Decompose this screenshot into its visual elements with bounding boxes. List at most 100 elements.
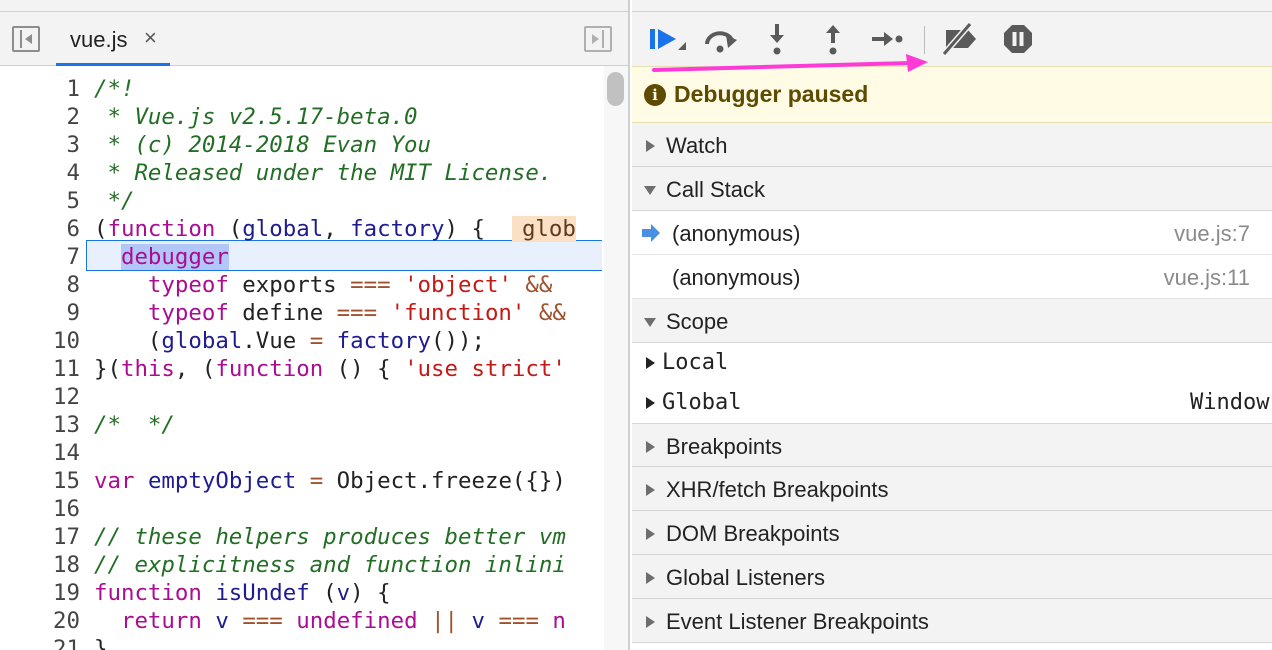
- resume-button[interactable]: [648, 20, 688, 58]
- code-token: glob: [511, 216, 576, 242]
- file-tab-vue-js[interactable]: vue.js ×: [56, 12, 170, 66]
- line-number[interactable]: 8: [0, 271, 80, 299]
- code-token: function: [94, 580, 202, 606]
- code-line[interactable]: 12: [0, 383, 602, 411]
- debugger-statement: debugger: [120, 244, 229, 270]
- code-token: () {: [323, 356, 405, 382]
- line-number[interactable]: 21: [0, 635, 80, 650]
- code-scrollbar-track[interactable]: [604, 66, 628, 650]
- line-number[interactable]: 19: [0, 579, 80, 607]
- line-number[interactable]: 14: [0, 439, 80, 467]
- code-line[interactable]: 17 // these helpers produces better vm: [0, 523, 602, 551]
- line-number[interactable]: 12: [0, 383, 80, 411]
- line-number[interactable]: 6: [0, 215, 80, 243]
- code-token: undefined: [296, 608, 418, 634]
- section-event-listener-breakpoints[interactable]: Event Listener Breakpoints: [632, 599, 1272, 643]
- line-number[interactable]: 1: [0, 75, 80, 103]
- code-line[interactable]: 3 * (c) 2014-2018 Evan You: [0, 131, 602, 159]
- toolbar-separator: [924, 26, 925, 54]
- code-line[interactable]: 1 /*!: [0, 75, 602, 103]
- section-global-listeners[interactable]: Global Listeners: [632, 555, 1272, 599]
- code-text: var emptyObject = Object.freeze({}): [94, 467, 566, 495]
- file-tab-label: vue.js: [70, 27, 128, 52]
- code-line[interactable]: 16: [0, 495, 602, 523]
- line-number[interactable]: 17: [0, 523, 80, 551]
- code-line[interactable]: 11}(this, (function () { 'use strict': [0, 355, 602, 383]
- line-number[interactable]: 2: [0, 103, 80, 131]
- code-text: debugger: [94, 243, 229, 271]
- code-scrollbar-thumb[interactable]: [607, 72, 624, 106]
- expand-arrow-icon: [646, 397, 655, 409]
- code-text: (global.Vue = factory());: [94, 327, 485, 355]
- line-number[interactable]: 10: [0, 327, 80, 355]
- section-call-stack[interactable]: Call Stack: [632, 167, 1272, 211]
- section-scope[interactable]: Scope: [632, 299, 1272, 343]
- code-line[interactable]: 19 function isUndef (v) {: [0, 579, 602, 607]
- code-line[interactable]: 21}: [0, 635, 602, 650]
- code-line[interactable]: 9 typeof define === 'function' &&: [0, 299, 602, 327]
- code-line[interactable]: 13 /* */: [0, 411, 602, 439]
- section-dom-breakpoints[interactable]: DOM Breakpoints: [632, 511, 1272, 555]
- toggle-navigator-icon[interactable]: [12, 26, 40, 52]
- code-line[interactable]: 8 typeof exports === 'object' &&: [0, 271, 602, 299]
- code-line[interactable]: 20 return v === undefined || v === n: [0, 607, 602, 635]
- line-number[interactable]: 5: [0, 187, 80, 215]
- close-tab-icon[interactable]: ×: [144, 25, 157, 51]
- step-button[interactable]: [868, 20, 908, 58]
- code-line[interactable]: 4 * Released under the MIT License.: [0, 159, 602, 187]
- line-number[interactable]: 11: [0, 355, 80, 383]
- editor-top-strip: [0, 0, 628, 12]
- section-breakpoints[interactable]: Breakpoints: [632, 423, 1272, 467]
- section-title: Breakpoints: [666, 434, 783, 459]
- code-text: /*!: [94, 75, 134, 103]
- deactivate-breakpoints-icon: [941, 22, 976, 56]
- code-token: ());: [431, 328, 485, 354]
- code-token: .Vue: [242, 328, 310, 354]
- code-line[interactable]: 15 var emptyObject = Object.freeze({}): [0, 467, 602, 495]
- code-line[interactable]: 6 (function (global, factory) { glob: [0, 215, 602, 243]
- code-token: =: [309, 328, 324, 354]
- step-out-button[interactable]: [814, 20, 854, 58]
- toggle-debugger-sidebar-icon[interactable]: [584, 26, 612, 52]
- call-frame-location[interactable]: vue.js:11: [1164, 265, 1250, 291]
- code-line[interactable]: 5 */: [0, 187, 602, 215]
- section-title: Global Listeners: [666, 565, 825, 590]
- code-line[interactable]: 10 (global.Vue = factory());: [0, 327, 602, 355]
- code-view[interactable]: 1 /*! 2 * Vue.js v2.5.17-beta.0 3 * (c) 201…: [0, 66, 602, 650]
- code-line[interactable]: 14: [0, 439, 602, 467]
- deactivate-breakpoints-button[interactable]: [940, 20, 980, 58]
- line-number[interactable]: 20: [0, 607, 80, 635]
- paused-status-text: Debugger paused: [674, 81, 869, 107]
- step-over-button[interactable]: [702, 20, 742, 58]
- call-frame-location[interactable]: vue.js:7: [1174, 221, 1250, 247]
- line-number[interactable]: 18: [0, 551, 80, 579]
- step-into-button[interactable]: [758, 20, 798, 58]
- section-watch[interactable]: Watch: [632, 123, 1272, 167]
- section-xhr-breakpoints[interactable]: XHR/fetch Breakpoints: [632, 467, 1272, 511]
- line-number[interactable]: 4: [0, 159, 80, 187]
- call-frame-row[interactable]: (anonymous) vue.js:11: [632, 255, 1272, 299]
- line-number[interactable]: 3: [0, 131, 80, 159]
- line-number[interactable]: 15: [0, 467, 80, 495]
- code-token: ,: [323, 216, 351, 242]
- line-number[interactable]: 9: [0, 299, 80, 327]
- scope-local-row[interactable]: Local: [632, 343, 1272, 383]
- line-number[interactable]: 16: [0, 495, 80, 523]
- code-line[interactable]: 7 debugger: [0, 243, 602, 271]
- pause-on-exceptions-button[interactable]: [998, 20, 1038, 58]
- scope-global-row[interactable]: Global Window: [632, 383, 1272, 423]
- line-number[interactable]: 7: [0, 243, 80, 271]
- line-number[interactable]: 13: [0, 411, 80, 439]
- code-line[interactable]: 18 // explicitness and function inlini: [0, 551, 602, 579]
- code-line[interactable]: 2 * Vue.js v2.5.17-beta.0: [0, 103, 602, 131]
- code-text: function isUndef (v) {: [94, 579, 391, 607]
- expand-arrow-icon: [646, 484, 655, 496]
- call-frame-row[interactable]: (anonymous) vue.js:7: [632, 211, 1272, 255]
- code-text: * Released under the MIT License.: [94, 159, 552, 187]
- expand-arrow-icon: [646, 616, 655, 628]
